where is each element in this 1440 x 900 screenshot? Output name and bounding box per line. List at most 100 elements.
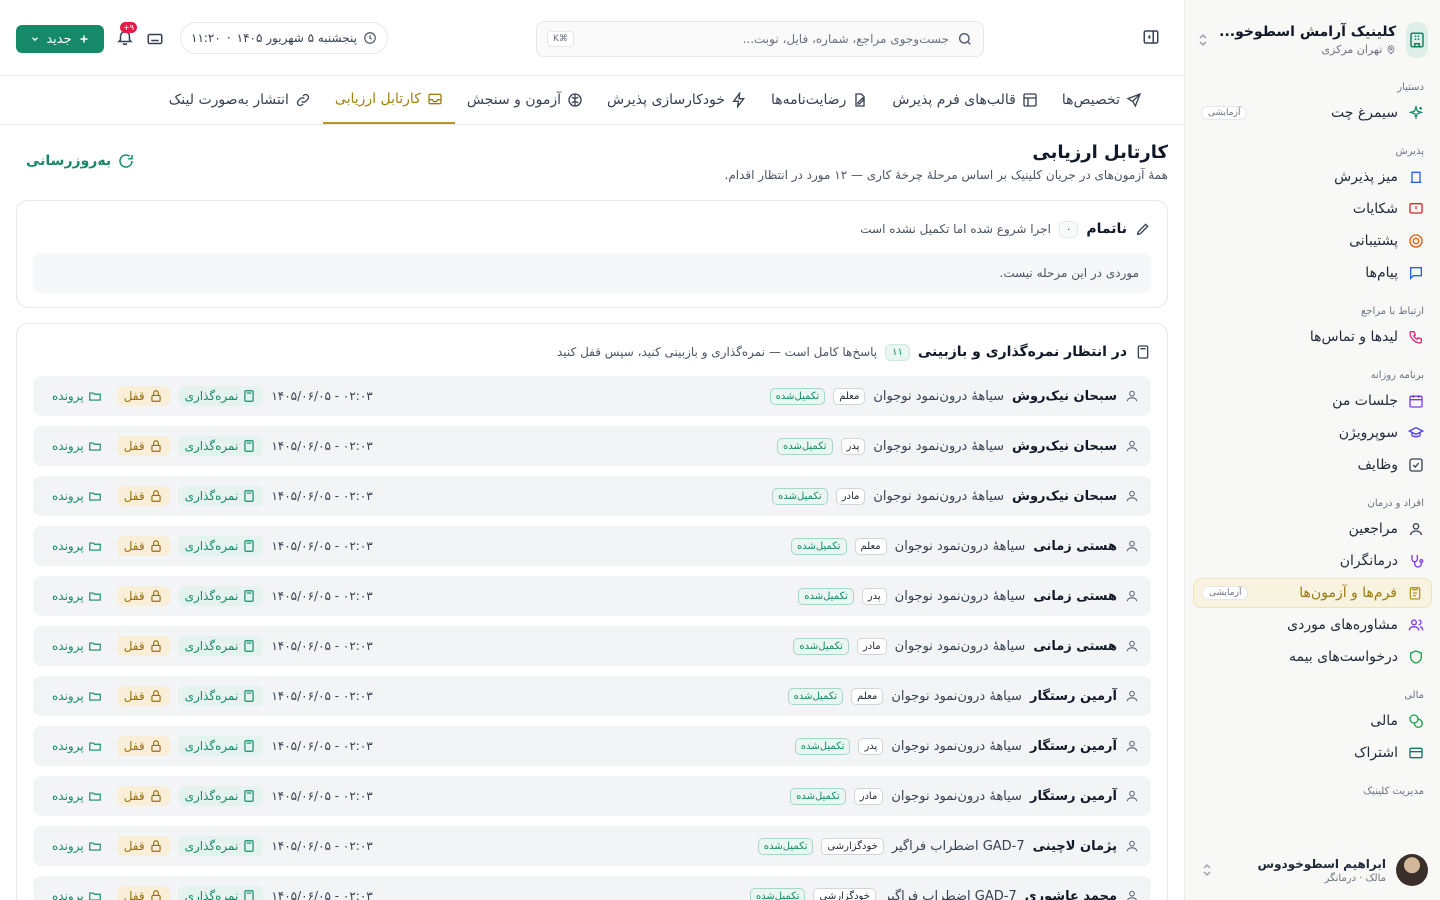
sidebar-item-leads[interactable]: لیدها و تماس‌ها xyxy=(1193,322,1432,352)
form-name: سیاههٔ درون‌نمود نوجوان xyxy=(891,738,1022,754)
user-name: ابراهیم اسطوخودوس xyxy=(1257,856,1386,871)
new-button[interactable]: جدید xyxy=(16,25,104,53)
link-icon xyxy=(295,92,311,108)
tab-consents[interactable]: رضایت‌نامه‌ها xyxy=(759,76,880,124)
grade-button[interactable]: نمره‌گذاری xyxy=(177,736,264,756)
open-file-button[interactable]: پرونده xyxy=(45,486,109,506)
inbox-icon xyxy=(427,91,443,107)
open-file-button[interactable]: پرونده xyxy=(45,636,109,656)
sidebar-item-support[interactable]: پشتیبانی xyxy=(1193,226,1432,256)
calculator-icon xyxy=(242,839,256,853)
table-row[interactable]: آرمین رستگار سیاههٔ درون‌نمود نوجوان ماد… xyxy=(33,776,1151,816)
open-file-button[interactable]: پرونده xyxy=(45,736,109,756)
tab-intake-automation[interactable]: خودکارسازی پذیرش xyxy=(595,76,759,124)
stage-count: ۰ xyxy=(1058,220,1079,238)
person-icon xyxy=(1125,739,1139,753)
grade-button[interactable]: نمره‌گذاری xyxy=(177,836,264,856)
table-row[interactable]: هستی زمانی سیاههٔ درون‌نمود نوجوان مادر … xyxy=(33,626,1151,666)
search-box[interactable]: ⌘K xyxy=(536,21,984,57)
open-file-button[interactable]: پرونده xyxy=(45,686,109,706)
lock-button[interactable]: قفل xyxy=(116,636,170,656)
open-file-button[interactable]: پرونده xyxy=(45,536,109,556)
sidebar-item-messages[interactable]: پیام‌ها xyxy=(1193,258,1432,288)
sidebar-toggle-icon[interactable] xyxy=(1140,28,1160,48)
respondent-tag: خودگزارشی xyxy=(821,837,884,855)
grade-button[interactable]: نمره‌گذاری xyxy=(177,636,264,656)
sidebar-item-reception-desk[interactable]: میز پذیرش xyxy=(1193,162,1432,192)
sidebar-item-my-sessions[interactable]: جلسات من xyxy=(1193,386,1432,416)
chevrons-up-down-icon[interactable] xyxy=(1197,33,1209,47)
grade-button[interactable]: نمره‌گذاری xyxy=(177,436,264,456)
lock-button[interactable]: قفل xyxy=(116,386,170,406)
grade-button[interactable]: نمره‌گذاری xyxy=(177,686,264,706)
table-row[interactable]: پژمان لاچینی GAD-7 اضطراب فراگیر خودگزار… xyxy=(33,826,1151,866)
search-input[interactable] xyxy=(581,32,949,46)
lock-button[interactable]: قفل xyxy=(116,786,170,806)
table-row[interactable]: سبحان نیک‌روش سیاههٔ درون‌نمود نوجوان ما… xyxy=(33,476,1151,516)
location-icon xyxy=(1386,44,1396,55)
open-file-button[interactable]: پرونده xyxy=(45,786,109,806)
refresh-button[interactable]: به‌روزرسانی xyxy=(26,152,135,170)
sidebar-item-complaints[interactable]: شکایات xyxy=(1193,194,1432,224)
sidebar-item-case-consults[interactable]: مشاوره‌های موردی xyxy=(1193,610,1432,640)
tab-publish-link[interactable]: انتشار به‌صورت لینک xyxy=(157,76,323,124)
table-row[interactable]: محمد عاشوری GAD-7 اضطراب فراگیر خودگزارش… xyxy=(33,876,1151,900)
chevrons-up-down-icon[interactable] xyxy=(1197,863,1217,877)
tab-intake-templates[interactable]: قالب‌های فرم پذیرش xyxy=(880,76,1050,124)
sidebar-item-finance[interactable]: مالی xyxy=(1193,706,1432,736)
card-icon xyxy=(1408,745,1424,761)
nav-group-title: برنامه روزانه xyxy=(1370,370,1424,381)
sidebar-item-subscription[interactable]: اشتراک xyxy=(1193,738,1432,768)
lock-button[interactable]: قفل xyxy=(116,486,170,506)
table-row[interactable]: هستی زمانی سیاههٔ درون‌نمود نوجوان پدر ت… xyxy=(33,576,1151,616)
tab-tests[interactable]: آزمون و سنجش xyxy=(455,76,595,124)
open-file-button[interactable]: پرونده xyxy=(45,436,109,456)
sidebar-item-tasks[interactable]: وظایف xyxy=(1193,450,1432,480)
open-file-button[interactable]: پرونده xyxy=(45,386,109,406)
open-file-button[interactable]: پرونده xyxy=(45,586,109,606)
keyboard-icon[interactable] xyxy=(146,30,164,48)
user-menu[interactable]: ابراهیم اسطوخودوس مالک · درمانگر xyxy=(1197,852,1428,888)
table-row[interactable]: آرمین رستگار سیاههٔ درون‌نمود نوجوان معل… xyxy=(33,676,1151,716)
tab-assignments[interactable]: تخصیص‌ها xyxy=(1050,76,1154,124)
open-file-button[interactable]: پرونده xyxy=(45,836,109,856)
lock-button[interactable]: قفل xyxy=(116,886,170,900)
grade-button[interactable]: نمره‌گذاری xyxy=(177,486,264,506)
lock-button[interactable]: قفل xyxy=(116,836,170,856)
nav-group-title: افراد و درمان xyxy=(1367,498,1424,509)
grade-button[interactable]: نمره‌گذاری xyxy=(177,586,264,606)
sidebar-item-clients[interactable]: مراجعین xyxy=(1193,514,1432,544)
open-file-button[interactable]: پرونده xyxy=(45,886,109,900)
clinic-name: کلینیک آرامش اسطوخو... xyxy=(1219,24,1397,40)
checkbox-icon xyxy=(1408,457,1424,473)
grade-button[interactable]: نمره‌گذاری xyxy=(177,786,264,806)
table-row[interactable]: سبحان نیک‌روش سیاههٔ درون‌نمود نوجوان پد… xyxy=(33,426,1151,466)
clinic-switcher[interactable]: کلینیک آرامش اسطوخو... تهران مرکزی xyxy=(1197,18,1428,62)
table-row[interactable]: سبحان نیک‌روش سیاههٔ درون‌نمود نوجوان مع… xyxy=(33,376,1151,416)
respondent-tag: پدر xyxy=(858,737,884,755)
tab-assessment-inbox[interactable]: کارتابل ارزیابی xyxy=(322,76,455,124)
calendar-icon xyxy=(1408,393,1424,409)
table-row[interactable]: آرمین رستگار سیاههٔ درون‌نمود نوجوان پدر… xyxy=(33,726,1151,766)
grade-button[interactable]: نمره‌گذاری xyxy=(177,886,264,900)
sidebar-item-therapists[interactable]: درمانگران xyxy=(1193,546,1432,576)
grade-button[interactable]: نمره‌گذاری xyxy=(177,386,264,406)
grade-button[interactable]: نمره‌گذاری xyxy=(177,536,264,556)
sidebar-item-forms-tests[interactable]: فرم‌ها و آزمون‌ها آزمایشی xyxy=(1193,578,1432,608)
notifications-button[interactable]: ۹+ xyxy=(114,22,137,48)
sidebar-item-insurance[interactable]: درخواست‌های بیمه xyxy=(1193,642,1432,672)
layout-icon xyxy=(1022,92,1038,108)
lock-button[interactable]: قفل xyxy=(116,736,170,756)
status-badge: تکمیل‌شده xyxy=(776,437,833,455)
person-icon xyxy=(1125,589,1139,603)
lock-button[interactable]: قفل xyxy=(116,686,170,706)
lock-button[interactable]: قفل xyxy=(116,586,170,606)
sidebar-item-simorgh-chat[interactable]: سیمرغ چت آزمایشی xyxy=(1193,98,1432,128)
lock-button[interactable]: قفل xyxy=(116,436,170,456)
sidebar-item-supervision[interactable]: سوپرویژن xyxy=(1193,418,1432,448)
sidebar-nav: دستیار سیمرغ چت آزمایشی پذیرش میز پذیرش … xyxy=(1193,80,1432,800)
experimental-badge: آزمایشی xyxy=(1202,586,1249,600)
respondent-tag: پدر xyxy=(840,437,866,455)
lock-button[interactable]: قفل xyxy=(116,536,170,556)
table-row[interactable]: هستی زمانی سیاههٔ درون‌نمود نوجوان معلم … xyxy=(33,526,1151,566)
